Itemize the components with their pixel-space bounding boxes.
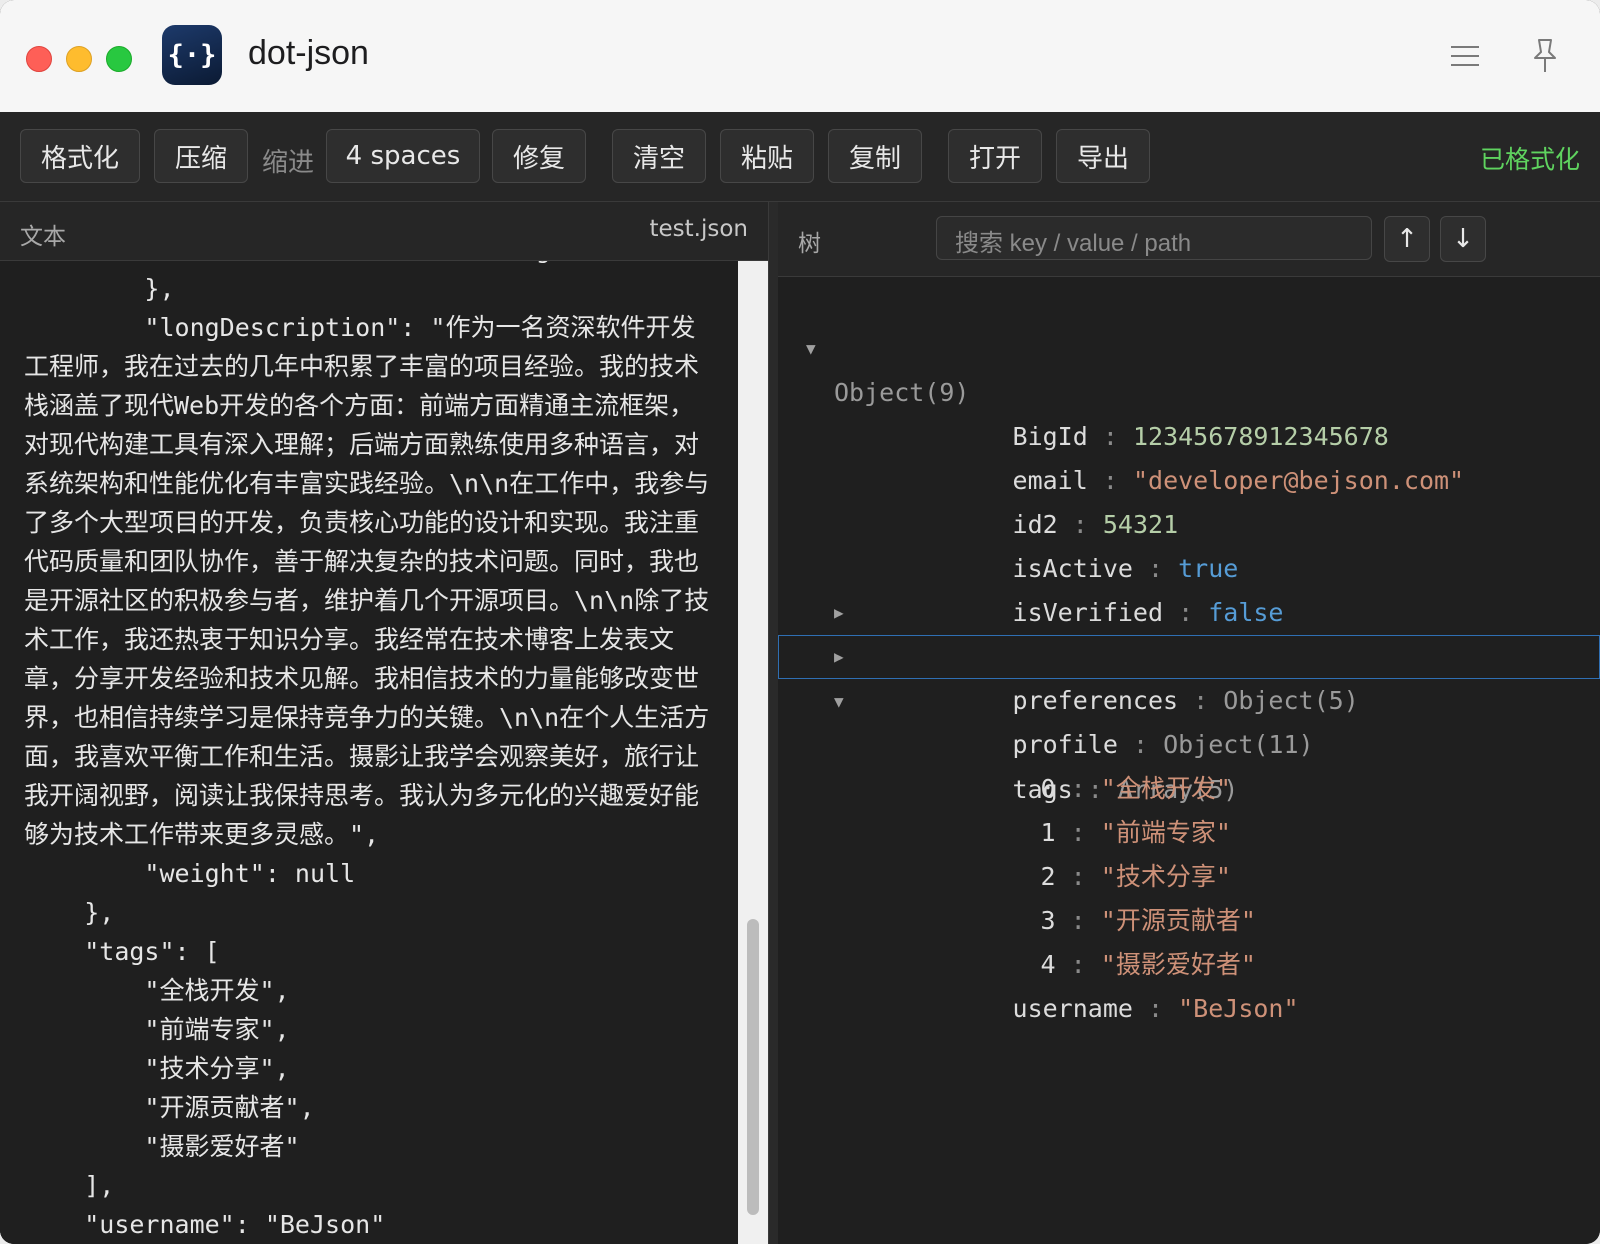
app-window: {·} dot-json 格式化 压缩 缩进 4 spaces 修复 清空 粘贴… <box>0 0 1600 1244</box>
clear-button[interactable]: 清空 <box>612 129 706 183</box>
pin-icon[interactable] <box>1525 36 1565 76</box>
tree-separator: : <box>1148 994 1164 1023</box>
toolbar: 格式化 压缩 缩进 4 spaces 修复 清空 粘贴 复制 打开 导出 已格式… <box>0 112 1600 202</box>
pane-splitter[interactable] <box>768 202 778 1244</box>
tree-value: "BeJson" <box>1178 994 1299 1023</box>
paste-button[interactable]: 粘贴 <box>720 129 814 183</box>
app-title: dot-json <box>248 34 369 72</box>
zoom-window-button[interactable] <box>106 46 132 72</box>
arrow-up-icon[interactable]: ↑ <box>1384 216 1430 262</box>
tree-row-bigid[interactable]: BigId : 12345678912345678 <box>778 327 1600 451</box>
minimize-window-button[interactable] <box>66 46 92 72</box>
minify-button[interactable]: 压缩 <box>154 129 248 183</box>
open-button[interactable]: 打开 <box>948 129 1042 183</box>
json-text-editor[interactable]: "timezone": "Asia/Shanghai" }, "longDesc… <box>0 261 738 1244</box>
arrow-down-icon[interactable]: ↓ <box>1440 216 1486 262</box>
tree-row-id2[interactable]: id2 : 54321 <box>778 415 1600 539</box>
editor-scrollbar-thumb[interactable] <box>747 919 759 1215</box>
tree-row-profile[interactable]: ▶ profile : Object(11) <box>778 591 1600 759</box>
format-status: 已格式化 <box>1479 145 1580 174</box>
format-button[interactable]: 格式化 <box>20 129 140 183</box>
app-logo-icon: {·} <box>162 25 222 85</box>
tree-row-tag-item[interactable]: 4 : "摄影爱好者" <box>778 855 1600 979</box>
tree-row-preferences[interactable]: ▶ preferences : Object(5) <box>778 547 1600 715</box>
export-button[interactable]: 导出 <box>1056 129 1150 183</box>
copy-button[interactable]: 复制 <box>828 129 922 183</box>
editor-scrollbar[interactable] <box>738 261 768 1244</box>
tree-pane-header: 树 搜索 key / value / path ↑ ↓ <box>778 202 1600 277</box>
tree-row-tag-item[interactable]: 2 : "技术分享" <box>778 767 1600 891</box>
tree-row-tags[interactable]: ▼ tags : Array(5) <box>778 635 1600 804</box>
text-pane: 文本 test.json "timezone": "Asia/Shanghai"… <box>0 202 768 1244</box>
tree-row-isactive[interactable]: isActive : true <box>778 459 1600 583</box>
text-pane-header: 文本 test.json <box>0 202 768 261</box>
text-pane-label: 文本 <box>20 224 66 250</box>
tree-row-email[interactable]: email : "developer@bejson.com" <box>778 371 1600 495</box>
tree-search-input[interactable]: 搜索 key / value / path <box>936 216 1372 260</box>
tree-pane: 树 搜索 key / value / path ↑ ↓ ▼ Object(9) … <box>778 202 1600 1244</box>
editor-content[interactable]: "timezone": "Asia/Shanghai" }, "longDesc… <box>0 261 714 1244</box>
menu-icon[interactable] <box>1445 36 1485 76</box>
indent-select[interactable]: 4 spaces <box>326 129 480 183</box>
app-logo-text: {·} <box>167 39 217 71</box>
tree-pane-label: 树 <box>798 231 821 257</box>
close-window-button[interactable] <box>26 46 52 72</box>
tree-row-tag-item[interactable]: 3 : "开源贡献者" <box>778 811 1600 935</box>
tree-row-isverified[interactable]: isVerified : false <box>778 503 1600 627</box>
repair-button[interactable]: 修复 <box>492 129 586 183</box>
tree-row-username[interactable]: username : "BeJson" <box>778 899 1600 1023</box>
file-name: test.json <box>649 216 748 242</box>
tree-key: username <box>1012 994 1133 1023</box>
json-tree: ▼ Object(9) BigId : 12345678912345678 em… <box>778 277 1600 1244</box>
indent-label: 缩进 <box>262 148 315 178</box>
tree-row-tag-item[interactable]: 1 : "前端专家" <box>778 723 1600 847</box>
title-bar: {·} dot-json <box>0 0 1600 113</box>
tree-row-root[interactable]: ▼ Object(9) <box>778 283 1600 407</box>
tree-row-tag-item[interactable]: 0 : "全栈开发" <box>778 679 1600 803</box>
